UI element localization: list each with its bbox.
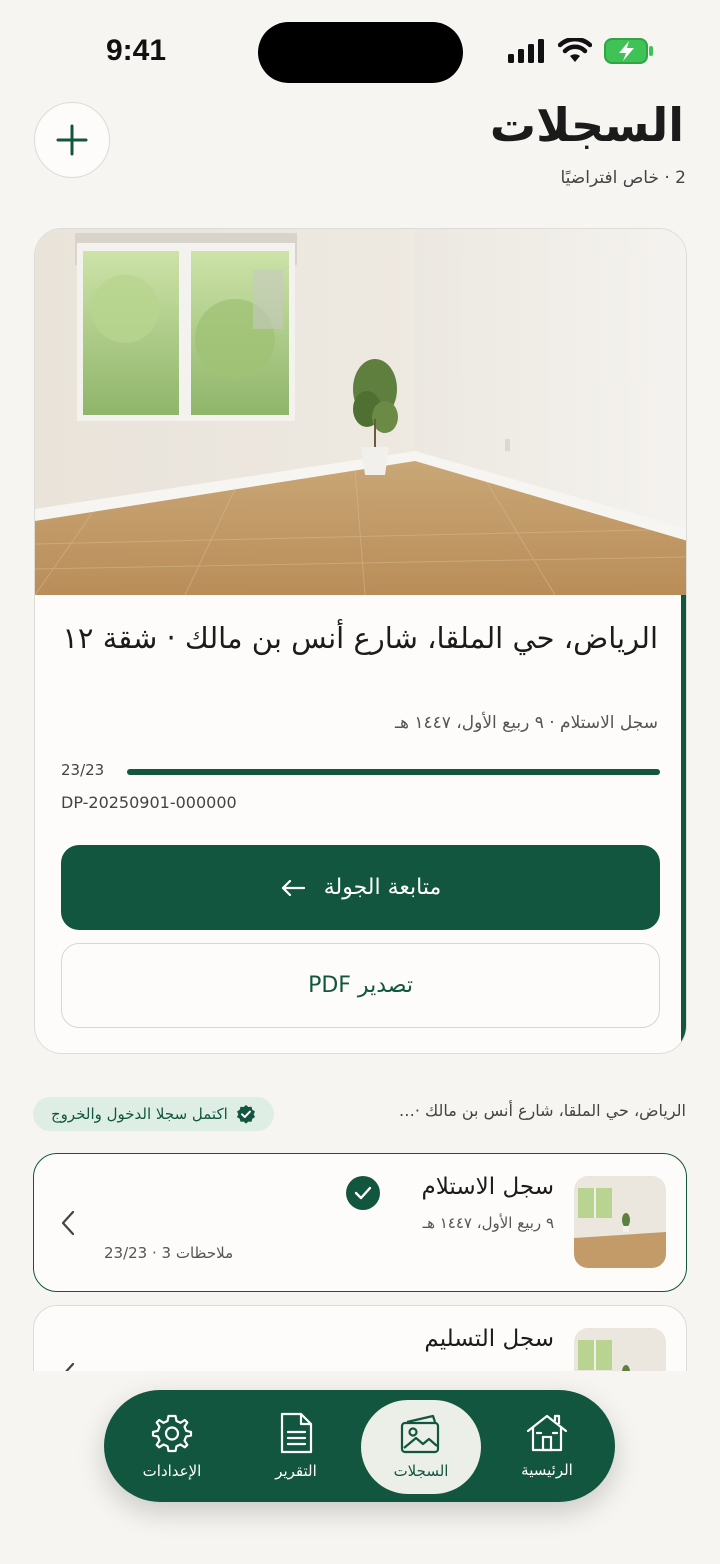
home-icon [526,1414,568,1452]
completion-badge-label: اكتمل سجلا الدخول والخروج [51,1105,228,1123]
tab-home-label: الرئيسية [521,1461,573,1479]
battery-charging-icon [604,38,653,64]
record-title: سجل التسليم [424,1326,554,1352]
tab-records[interactable]: السجلات [361,1400,481,1494]
page-subtitle: 2 · خاص افتراضيًا [560,168,686,188]
chevron-left-icon [61,1210,75,1236]
completion-badge: اكتمل سجلا الدخول والخروج [33,1097,274,1131]
gear-icon [151,1414,193,1453]
tab-report-label: التقرير [275,1462,317,1480]
page-title: السجلات [489,98,684,152]
property-photo [35,229,686,595]
dynamic-island [258,22,463,83]
export-pdf-button[interactable]: تصدير PDF [61,943,660,1028]
system-icons [508,38,654,64]
tab-home[interactable]: الرئيسية [487,1390,607,1502]
record-date: ٩ ربيع الأول، ١٤٤٧ هـ [422,1214,554,1232]
progress-count: 23/23 [61,761,105,779]
record-row-checkin[interactable]: سجل الاستلام ٩ ربيع الأول، ١٤٤٧ هـ ملاحظ… [33,1153,687,1292]
tab-settings[interactable]: الإعدادات [112,1390,232,1502]
photos-icon [400,1414,440,1454]
wifi-icon [558,38,592,62]
continue-tour-label: متابعة الجولة [323,875,442,900]
progress-bar [127,769,660,775]
card-accent-bar [681,595,686,1053]
featured-record-card[interactable]: الرياض، حي الملقا، شارع أنس بن مالك · شق… [34,228,687,1054]
record-id: DP-20250901-000000 [61,793,237,812]
tab-records-label: السجلات [393,1462,449,1480]
export-pdf-label: تصدير PDF [308,973,413,998]
verified-check-icon [236,1105,255,1124]
record-stats: ملاحظات 3 · 23/23 [104,1244,234,1262]
record-meta: سجل الاستلام · ٩ ربيع الأول، ١٤٤٧ هـ [395,713,658,733]
document-icon [280,1412,313,1454]
arrow-left-icon [281,879,305,896]
status-bar: 9:41 [0,0,720,100]
cellular-signal-icon [508,39,544,63]
property-address: الرياض، حي الملقا، شارع أنس بن مالك · شق… [62,621,658,655]
tab-settings-label: الإعدادات [142,1462,202,1480]
bottom-tab-bar: الإعدادات التقرير السجلات الرئيسية [104,1390,615,1502]
tab-report[interactable]: التقرير [236,1390,356,1502]
record-thumbnail [574,1176,666,1268]
progress-fill [127,769,660,775]
section-address: الرياض، حي الملقا، شارع أنس بن مالك ·… [398,1101,686,1120]
record-title: سجل الاستلام [421,1174,554,1200]
status-time: 9:41 [106,34,167,67]
continue-tour-button[interactable]: متابعة الجولة [61,845,660,930]
plus-icon [56,124,88,156]
add-record-button[interactable] [34,102,110,178]
completed-check-icon [346,1176,380,1210]
